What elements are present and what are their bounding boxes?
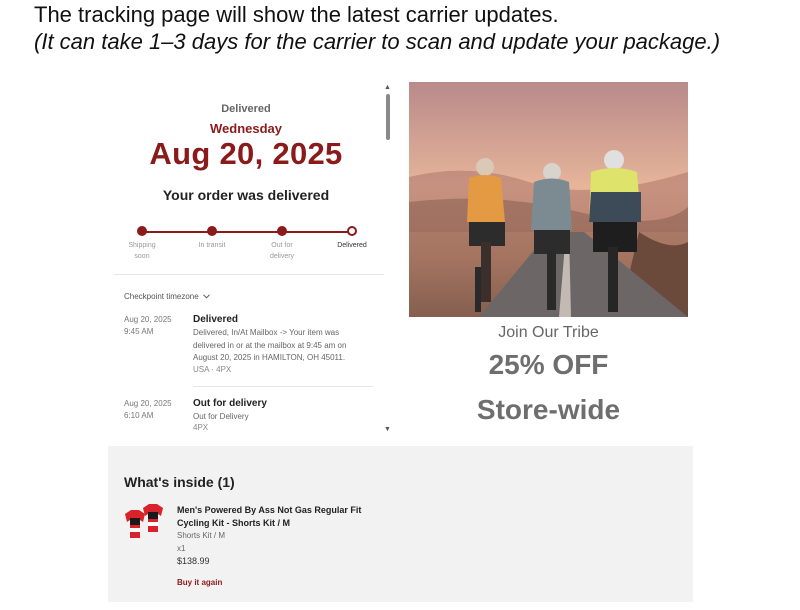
progress-line bbox=[142, 231, 352, 233]
chevron-down-icon bbox=[203, 294, 210, 299]
event-title: Out for delivery bbox=[193, 398, 267, 409]
step-label-shipping: Shipping soon bbox=[128, 242, 156, 260]
event-datetime: Aug 20, 2025 9:45 AM bbox=[124, 315, 172, 336]
cyclists-promo-image bbox=[409, 82, 688, 317]
progress-dot-transit bbox=[207, 226, 217, 236]
whats-inside-title: What's inside (1) bbox=[124, 474, 235, 490]
event-datetime: Aug 20, 2025 6:10 AM bbox=[124, 399, 172, 420]
scrollbar-thumb[interactable] bbox=[386, 94, 390, 140]
delivery-status: Delivered bbox=[221, 103, 271, 115]
delivery-headline: Your order was delivered bbox=[162, 187, 330, 203]
step-label-out: Out for delivery bbox=[269, 242, 295, 260]
tracking-panel: Delivered Wednesday Aug 20, 2025 Your or… bbox=[108, 82, 398, 437]
product-name: Men's Powered By Ass Not Gas Regular Fit… bbox=[177, 505, 362, 528]
divider bbox=[114, 274, 384, 275]
event-carrier: 4PX bbox=[193, 423, 209, 432]
scroll-down-arrow-icon[interactable]: ▼ bbox=[384, 426, 391, 433]
scroll-up-arrow-icon[interactable]: ▲ bbox=[384, 84, 391, 91]
promo-tagline: Join Our Tribe bbox=[498, 324, 599, 341]
progress-dot-out bbox=[277, 226, 287, 236]
delivery-date: Aug 20, 2025 bbox=[149, 136, 343, 171]
event-divider bbox=[193, 386, 373, 387]
event-carrier: USA · 4PX bbox=[193, 365, 232, 374]
timezone-toggle[interactable]: Checkpoint timezone bbox=[124, 292, 210, 301]
step-label-delivered: Delivered bbox=[337, 242, 367, 249]
intro-text: The tracking page will show the latest c… bbox=[34, 2, 794, 56]
promo-discount: 25% OFF bbox=[488, 349, 609, 380]
whats-inside-section: What's inside (1) Men's Powered By Ass N… bbox=[108, 446, 693, 602]
step-label-transit: In transit bbox=[198, 242, 226, 249]
event-description: Out for Delivery bbox=[193, 412, 249, 421]
intro-line-1: The tracking page will show the latest c… bbox=[34, 2, 559, 27]
event-description: Delivered, In/At Mailbox -> Your item wa… bbox=[193, 328, 347, 362]
event-title: Delivered bbox=[193, 314, 239, 325]
delivery-weekday: Wednesday bbox=[209, 121, 282, 136]
product-thumbnail[interactable] bbox=[123, 504, 165, 542]
buy-again-link[interactable]: Buy it again bbox=[177, 578, 222, 587]
product-quantity: x1 bbox=[177, 544, 186, 553]
product-variant: Shorts Kit / M bbox=[177, 531, 226, 540]
progress-dot-delivered bbox=[347, 226, 357, 236]
promo-scope: Store-wide bbox=[476, 394, 621, 425]
intro-line-2: (It can take 1–3 days for the carrier to… bbox=[34, 29, 721, 54]
product-price: $138.99 bbox=[177, 556, 210, 566]
progress-dot-shipping bbox=[137, 226, 147, 236]
timezone-label: Checkpoint timezone bbox=[124, 292, 199, 301]
